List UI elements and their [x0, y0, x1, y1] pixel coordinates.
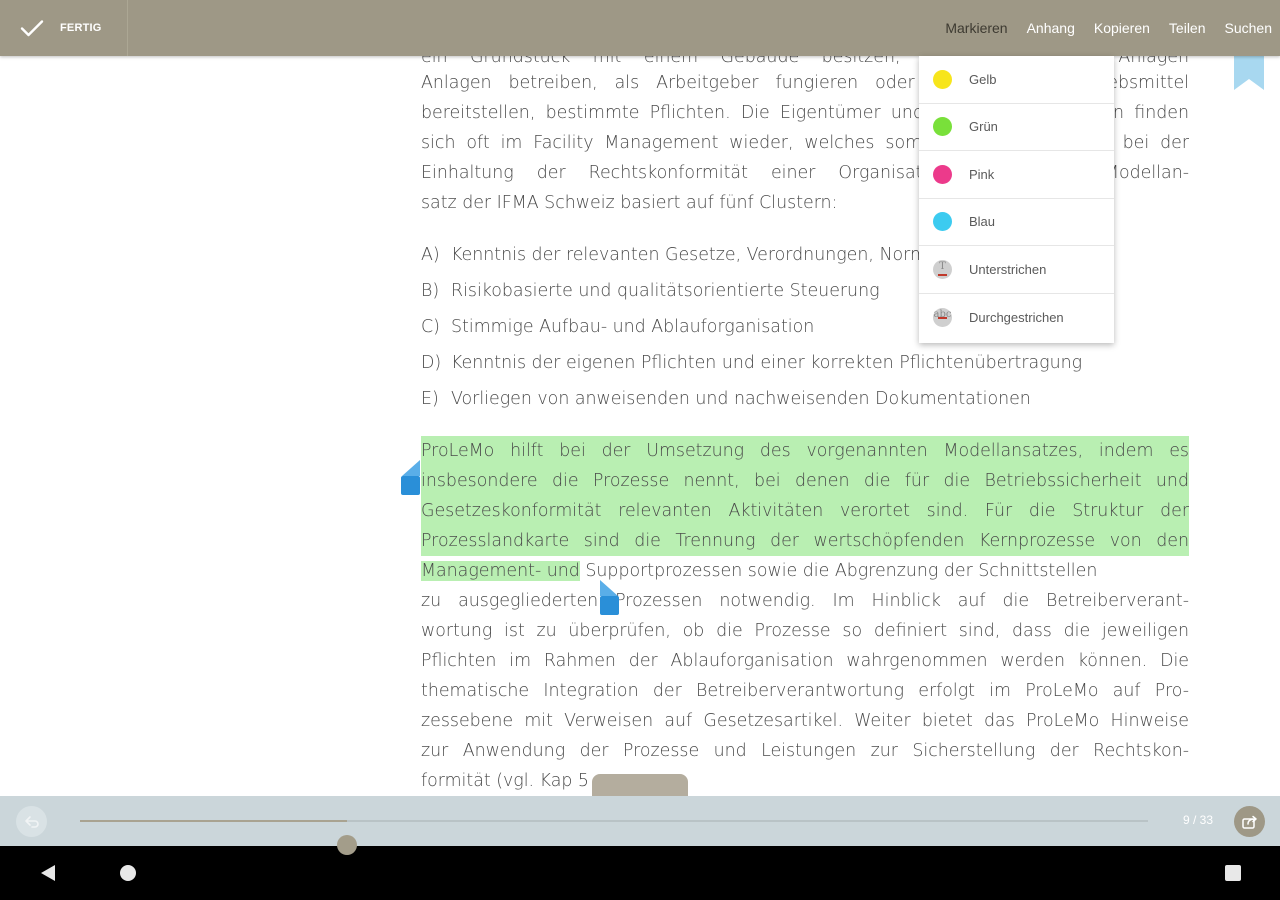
strikethrough-option[interactable]: abc Durchgestrichen [919, 294, 1114, 342]
strikethrough-icon: abc [933, 307, 952, 327]
page-counter: 9 / 33 [1182, 813, 1214, 827]
page-slider-track[interactable] [80, 820, 1148, 855]
option-label: Unterstrichen [969, 261, 1047, 277]
list-marker: E) [421, 389, 439, 409]
bookmark-icon[interactable] [1234, 56, 1264, 90]
list-marker: D) [421, 353, 442, 373]
text-line: Management- und Supportprozessen sowie d… [421, 556, 1189, 586]
selection-start-handle[interactable] [400, 460, 422, 496]
highlighted-line[interactable]: Gesetzeskonformität relevanten Aktivität… [421, 496, 1189, 526]
highlighted-line[interactable]: ProLeMo hilft bei der Umsetzung des vorg… [421, 436, 1189, 466]
text-line: thematische Integration der Betreiberver… [421, 681, 1189, 701]
page-slider-bar: 9 / 33 [0, 796, 1280, 855]
nav-home-icon[interactable] [120, 865, 136, 881]
highlight-menu: Gelb Grün Pink Blau T Unterstrichen abc … [919, 56, 1114, 343]
list-marker: C) [421, 317, 440, 337]
checkmark-icon [20, 20, 44, 37]
list-text: Kenntnis der eigenen Pflichten und einer… [451, 353, 1083, 373]
green-dot-icon [933, 117, 952, 137]
yellow-dot-icon [933, 69, 952, 89]
blue-dot-icon [933, 212, 952, 232]
toolbar-actions: Markieren Anhang Kopieren Teilen Suchen [935, 0, 1280, 56]
selection-end-handle[interactable] [599, 580, 621, 616]
done-button[interactable]: FERTIG [0, 0, 128, 56]
page-slider-fill [80, 820, 347, 822]
top-toolbar: FERTIG Markieren Anhang Kopieren Teilen … [0, 0, 1280, 56]
text-line: Pflichten im Rahmen der Ablauforganisati… [421, 651, 1189, 671]
list-marker: B) [421, 281, 440, 301]
page-pull-tab[interactable] [592, 774, 688, 798]
option-label: Durchgestrichen [969, 309, 1064, 325]
list-marker: A) [421, 245, 440, 265]
page-slider-knob[interactable] [337, 835, 357, 855]
share-icon [1241, 815, 1257, 829]
attachment-action[interactable]: Anhang [1017, 0, 1084, 56]
text-line: formität (vgl. Kap 5 [421, 771, 589, 791]
underline-icon: T [933, 259, 952, 279]
highlight-yellow-option[interactable]: Gelb [919, 56, 1114, 104]
text-line: satz der IFMA Schweiz basiert auf fünf C… [421, 193, 838, 213]
highlight-blue-option[interactable]: Blau [919, 199, 1114, 246]
option-label: Grün [969, 119, 998, 135]
highlight-green-option[interactable]: Grün [919, 104, 1114, 151]
done-label: FERTIG [60, 22, 102, 34]
list-item: D) Kenntnis der eigenen Pflichten und ein… [421, 348, 1082, 378]
list-item: C) Stimmige Aufbau- und Ablauforganisatio… [421, 312, 814, 342]
undo-arrow-icon [24, 815, 39, 828]
highlighted-fragment[interactable]: Management- und [421, 561, 580, 581]
list-text: Risikobasierte und qualitätsorientierte … [451, 281, 880, 301]
text-line: zessebene mit Verweisen auf Gesetzesarti… [421, 711, 1189, 731]
option-label: Blau [969, 214, 996, 230]
text-line: wortung ist zu überprüfen, ob die Prozes… [421, 621, 1189, 641]
text-line: zu ausgegliederten Prozessen notwendig. … [421, 591, 1189, 611]
underline-option[interactable]: T Unterstrichen [919, 246, 1114, 294]
list-item: B) Risikobasierte und qualitätsorientiert… [421, 276, 880, 306]
copy-action[interactable]: Kopieren [1084, 0, 1159, 56]
search-action[interactable]: Suchen [1215, 0, 1280, 56]
text-line: zur Anwendung der Prozesse und Leistunge… [421, 741, 1189, 761]
list-text: Vorliegen von anweisenden und nachweisen… [451, 389, 1031, 409]
highlighted-line[interactable]: insbesondere die Prozesse nennt, bei den… [421, 466, 1189, 496]
back-button[interactable] [16, 806, 47, 837]
nav-recent-apps-icon[interactable] [1225, 865, 1241, 881]
option-label: Pink [969, 166, 995, 182]
highlight-pink-option[interactable]: Pink [919, 151, 1114, 199]
list-text: Stimmige Aufbau- und Ablauforganisation [451, 317, 815, 337]
text-fragment: Supportprozessen sowie die Abgrenzung de… [585, 561, 1098, 581]
nav-back-icon[interactable] [40, 864, 56, 882]
list-item: E) Vorliegen von anweisenden und nachweis… [421, 384, 1031, 414]
share-button[interactable] [1234, 806, 1265, 837]
pink-dot-icon [933, 164, 952, 184]
system-nav-bar [0, 846, 1280, 900]
highlighted-line[interactable]: Prozesslandkarte sind die Trennung der w… [421, 526, 1189, 556]
highlight-action[interactable]: Markieren [935, 0, 1016, 56]
share-action[interactable]: Teilen [1159, 0, 1215, 56]
option-label: Gelb [969, 71, 997, 87]
